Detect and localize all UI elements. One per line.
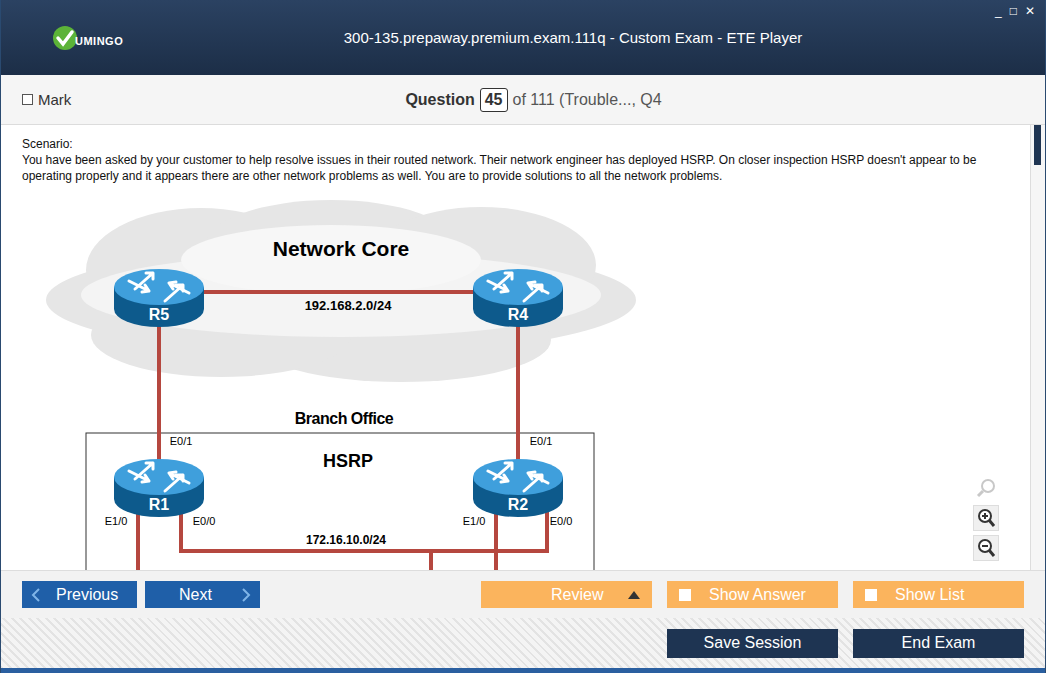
zoom-in-button[interactable]	[973, 505, 999, 531]
window-bottom-edge	[1, 668, 1045, 673]
mark-label: Mark	[38, 91, 71, 108]
window-control-button[interactable]: □	[1010, 4, 1017, 18]
mark-box[interactable]	[22, 94, 33, 105]
review-button[interactable]: Review	[481, 581, 652, 608]
network-core-cloud	[46, 200, 636, 382]
triangle-up-icon	[628, 591, 640, 599]
toggle-checkbox[interactable]	[679, 589, 691, 601]
interface-label: E0/1	[530, 435, 553, 447]
scrollbar[interactable]	[1031, 125, 1045, 570]
window-control-button[interactable]: _	[995, 4, 1002, 18]
scenario: Scenario:You have been asked by your cus…	[1, 125, 1017, 184]
session-bar: Save Session End Exam	[1, 618, 1045, 668]
magnifier-icon	[976, 478, 996, 498]
question-content: Scenario:You have been asked by your cus…	[1, 125, 1045, 570]
next-button[interactable]: Next	[145, 581, 260, 608]
mark-checkbox[interactable]: Mark	[22, 91, 405, 108]
title-bar: UMINGO 300-135.prepaway.premium.exam.111q…	[1, 0, 1045, 75]
question-indicator: Question 45 of 111 (Trouble..., Q4	[405, 88, 661, 112]
toggle-checkbox[interactable]	[865, 589, 877, 601]
scenario-text: You have been asked by your customer to …	[22, 152, 997, 184]
router-icon[interactable]: R1	[114, 459, 204, 517]
nav-group: Previous Next	[22, 581, 260, 608]
previous-button[interactable]: Previous	[22, 581, 137, 608]
core-label: Network Core	[273, 237, 410, 260]
question-label: Question	[405, 91, 474, 109]
logo-text: UMINGO	[75, 35, 123, 47]
session-button[interactable]: Save Session	[667, 629, 838, 658]
toggle-button[interactable]: Show Answer	[667, 581, 838, 608]
exam-player-window: UMINGO 300-135.prepaway.premium.exam.111q…	[0, 0, 1046, 673]
option-group: Review Show Answer Show List	[481, 581, 1024, 608]
router-icon[interactable]: R5	[114, 269, 204, 327]
navigation-toolbar: Previous Next Review Show Answer Show List	[1, 570, 1045, 618]
chevron-right-icon	[240, 587, 252, 603]
window-control-button[interactable]: ✕	[1025, 4, 1035, 18]
window-title: 300-135.prepaway.premium.exam.111q - Cus…	[241, 29, 805, 46]
session-button[interactable]: End Exam	[853, 629, 1024, 658]
interface-label: E1/0	[463, 515, 486, 527]
router-label: R5	[149, 306, 170, 323]
router-label: R1	[149, 496, 170, 513]
branch-label: Branch Office	[295, 410, 394, 427]
network-diagram: Network Core Branch Office HSRP 192.168.2.0…	[1, 125, 701, 570]
zoom-out-button[interactable]	[973, 535, 999, 561]
hsrp-label: HSRP	[323, 451, 373, 471]
router-icon[interactable]: R4	[473, 269, 563, 327]
router-label: R2	[508, 496, 529, 513]
interface-label: E0/0	[193, 515, 216, 527]
question-number-field[interactable]: 45	[480, 88, 508, 112]
window-controls: _ □ ✕	[805, 0, 1045, 18]
interface-label: E1/0	[105, 515, 128, 527]
toggle-button[interactable]: Show List	[853, 581, 1024, 608]
router-icon[interactable]: R2	[473, 459, 563, 517]
scrollbar-thumb[interactable]	[1034, 125, 1041, 165]
logo: UMINGO	[1, 24, 241, 52]
question-count: of 111 (Trouble..., Q4	[513, 91, 662, 109]
zoom-in-icon	[976, 508, 996, 528]
lan-subnet: 172.16.10.0/24	[306, 533, 386, 547]
question-body: Scenario:You have been asked by your cus…	[1, 125, 1031, 570]
router-label: R4	[508, 306, 529, 323]
interface-label: E0/0	[550, 515, 573, 527]
zoom-reset-button[interactable]	[973, 475, 999, 501]
check-logo-icon	[51, 24, 79, 52]
zoom-out-icon	[976, 538, 996, 558]
zoom-controls	[973, 475, 999, 561]
core-subnet: 192.168.2.0/24	[305, 298, 393, 313]
chevron-left-icon	[30, 587, 42, 603]
question-bar: Mark Question 45 of 111 (Trouble..., Q4	[1, 75, 1045, 125]
links	[138, 292, 549, 570]
scenario-heading: Scenario:	[22, 136, 997, 152]
interface-label: E0/1	[170, 435, 193, 447]
